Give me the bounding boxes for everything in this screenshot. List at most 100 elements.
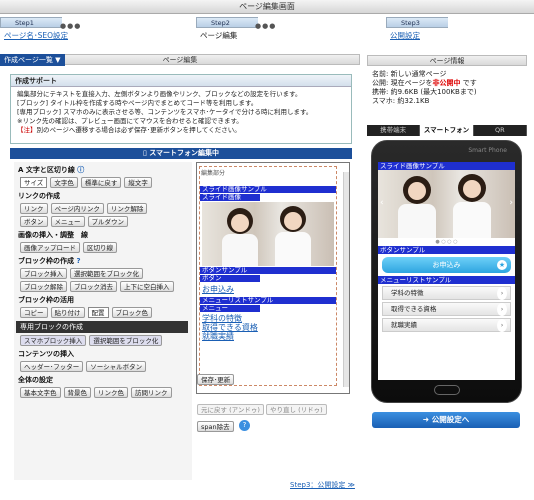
help-icon[interactable]: ? — [239, 420, 250, 431]
header-footer-button[interactable]: ヘッダー･フッター — [20, 361, 84, 372]
copy-button[interactable]: コピー — [20, 307, 48, 318]
phone-apply-button[interactable]: お申込み ★ — [382, 257, 511, 273]
phone-slide-bar: スライド画像サンプル — [378, 162, 515, 170]
global-section-title: 全体の設定 — [18, 376, 53, 384]
unlink-button[interactable]: リンク解除 — [106, 203, 148, 214]
block-space-button[interactable]: 上下に空白挿入 — [120, 281, 174, 292]
publish-label: 公開設定へ — [431, 415, 470, 424]
pv-slide-bar: スライド画像サンプル — [200, 186, 336, 193]
publish-settings-button[interactable]: ➜ 公開設定へ — [372, 412, 520, 428]
chevron-right-icon[interactable]: › — [509, 198, 513, 208]
block-delete-button[interactable]: ブロック消去 — [70, 281, 117, 292]
next-step-link[interactable]: Step3：公開設定 ≫ — [290, 480, 355, 490]
slide-dots: ● ○ ○ ○ — [435, 239, 458, 245]
pv-menu-link[interactable]: 就職実績 — [202, 332, 334, 341]
link-button[interactable]: リンク — [20, 203, 48, 214]
help-line: 編集部分にテキストを直接入力、左側ボタンより画像やリンク、ブロックなどの設定を行… — [17, 90, 302, 98]
help-line: [ブロック] タイトル枠を作成する時やページ内でまとめてコード等を利用します。 — [17, 99, 258, 107]
home-button — [434, 385, 460, 395]
step3-link[interactable]: 公開設定 — [390, 31, 420, 40]
name-value: 新しい通常ページ — [390, 70, 447, 78]
visited-link-button[interactable]: 訪問リンク — [131, 387, 172, 398]
sp-label: スマホ: — [372, 97, 396, 105]
anchor-link-button[interactable]: ページ内リンク — [50, 203, 104, 214]
person-body — [453, 202, 491, 238]
save-button[interactable]: 保存･更新 — [197, 374, 235, 385]
redo-button[interactable]: やり直し (リドゥ) — [266, 404, 327, 415]
line-section-label: 線 — [81, 231, 88, 239]
image-section-title: 画像の挿入・調整 線 — [18, 230, 192, 240]
sp-value: 約32.1KB — [397, 97, 430, 105]
help-icon[interactable]: ⓘ — [77, 166, 84, 174]
help-warn-text: 別のページへ遷移する場合は必ず保存･更新ボタンを押してください。 — [36, 126, 241, 134]
person-body — [222, 234, 258, 266]
block-section-title: ブロック枠の作成 ? — [18, 256, 192, 266]
pub-label: 公開: — [372, 79, 389, 87]
page-info: 名前: 新しい通常ページ 公開: 現在ページを非公開中 です 携帯: 約9.6K… — [372, 70, 522, 115]
link-section-title: リンクの作成 — [18, 192, 60, 200]
step2: Step2 ページ編集 — [196, 17, 258, 43]
text-color-button[interactable]: 文字色 — [50, 177, 78, 188]
social-button[interactable]: ソーシャルボタン — [86, 361, 147, 372]
step-dots: ●●● — [60, 22, 82, 30]
align-select[interactable]: 配置 — [87, 307, 109, 318]
step1-link[interactable]: ページ名･SEO設定 — [4, 31, 68, 40]
menu-button[interactable]: メニュー — [50, 216, 85, 227]
sp-edit-label: スマートフォン編集中 — [149, 149, 220, 157]
page-list-tab[interactable]: 作成ページ一覧 ▼ — [0, 54, 65, 66]
edit-area-label: 編集部分 — [201, 170, 226, 177]
pv-slide-sub: スライド画像 — [200, 194, 260, 201]
tab-smartphone[interactable]: スマートフォン — [420, 125, 474, 136]
tab-mobile[interactable]: 携帯端末 — [367, 125, 421, 136]
pub-status: 非公開中 — [432, 79, 461, 87]
person-face — [408, 182, 426, 200]
preview-scrollbar[interactable] — [343, 172, 349, 387]
reset-style-button[interactable]: 標準に戻す — [80, 177, 122, 188]
paste-button[interactable]: 貼り付け — [50, 307, 85, 318]
person-body — [398, 204, 436, 238]
chevron-down-icon: ▼ — [55, 56, 61, 64]
base-color-button[interactable]: 基本文字色 — [20, 387, 61, 398]
vertical-text-button[interactable]: 縦文字 — [124, 177, 152, 188]
help-box: 作成サポート 編集部分にテキストを直接入力、左側ボタンより画像やリンク、ブロック… — [10, 74, 352, 144]
pv-button-bar: ボタンサンプル — [200, 267, 336, 274]
separator-button[interactable]: 区切り線 — [83, 242, 117, 253]
device-tabs: 携帯端末 スマートフォン QR — [367, 125, 527, 136]
block-select-button[interactable]: 選択範囲をブロック化 — [70, 268, 143, 279]
button-button[interactable]: ボタン — [20, 216, 48, 227]
tab-qr[interactable]: QR — [473, 125, 527, 136]
image-upload-button[interactable]: 画像アップロード — [20, 242, 80, 253]
help-warn-tag: 【注】 — [17, 126, 37, 134]
phone-brand: Smart Phone — [468, 147, 507, 154]
sp-block-insert-button[interactable]: スマホブロック挿入 — [20, 335, 87, 346]
name-label: 名前: — [372, 70, 389, 78]
phone-menu-item[interactable]: 取得できる資格 — [382, 302, 511, 316]
block-insert-button[interactable]: ブロック挿入 — [20, 268, 67, 279]
phone-menu-item[interactable]: 就職実績 — [382, 318, 511, 332]
edit-area[interactable]: 編集部分 スライド画像サンプル スライド画像 ボタンサンプル ボタン お申込み … — [199, 166, 337, 386]
person-face — [284, 212, 302, 230]
block-color-button[interactable]: ブロック色 — [111, 307, 152, 318]
undo-button[interactable]: 元に戻す (アンドゥ) — [197, 404, 264, 415]
help-line: ※リンク先の確認は、プレビュー画面にてマウスを合わせると確認できます。 — [17, 117, 243, 125]
pulldown-button[interactable]: プルダウン — [87, 216, 128, 227]
person-face — [463, 180, 481, 198]
step1-num: Step1 — [0, 17, 62, 28]
phone-apply-label: お申込み — [432, 261, 461, 269]
span-remove-button[interactable]: span除去 — [197, 421, 234, 432]
block-section-label: ブロック枠の作成 — [18, 257, 74, 265]
block-remove-button[interactable]: ブロック解除 — [20, 281, 67, 292]
pv-menu-link[interactable]: 学科の特徴 — [202, 314, 334, 323]
pv-apply-link[interactable]: お申込み — [202, 285, 334, 294]
pv-menu-link[interactable]: 取得できる資格 — [202, 323, 334, 332]
sp-block-select-button[interactable]: 選択範囲をブロック化 — [89, 335, 163, 346]
text-section-title: A 文字と区切り線 ⓘ — [18, 166, 85, 174]
slide-image — [202, 202, 334, 266]
tool-panel: A 文字と区切り線 ⓘ サイズ 文字色 標準に戻す 縦文字 リンクの作成 リンク… — [14, 162, 192, 480]
size-select[interactable]: サイズ — [20, 177, 48, 188]
link-color-button[interactable]: リンク色 — [94, 387, 128, 398]
phone-menu-item[interactable]: 学科の特徴 — [382, 286, 511, 300]
bg-color-button[interactable]: 背景色 — [63, 387, 91, 398]
help-icon[interactable]: ? — [76, 257, 80, 265]
chevron-left-icon[interactable]: ‹ — [380, 198, 384, 208]
